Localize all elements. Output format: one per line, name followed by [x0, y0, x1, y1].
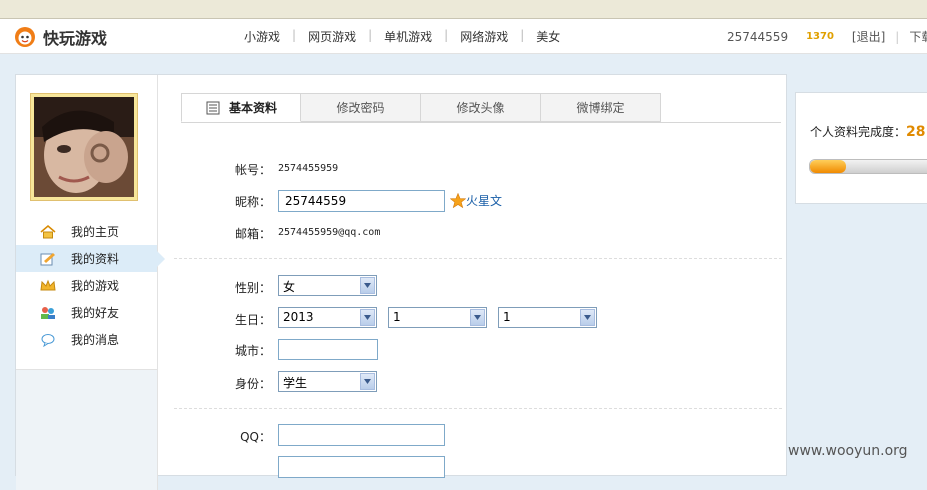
- friends-icon: [41, 306, 55, 319]
- next-field-input[interactable]: [278, 456, 445, 478]
- qq-label: QQ：: [240, 430, 271, 444]
- qq-input[interactable]: [278, 424, 445, 446]
- sidebar-item-my-games[interactable]: 我的游戏: [16, 272, 157, 299]
- dropdown-arrow-icon[interactable]: [580, 309, 595, 326]
- completion-percent: 28: [906, 124, 926, 140]
- dropdown-arrow-icon[interactable]: [360, 277, 375, 294]
- sidebar-menu: 我的主页 我的资料 我的游戏 我的好友 我的消息: [16, 218, 165, 353]
- completion-label-text: 个人资料完成度：: [810, 125, 907, 139]
- message-icon: [41, 333, 55, 347]
- completion-progress-fill: [810, 160, 847, 173]
- logo-icon: [15, 27, 35, 47]
- tab-label: 修改头像: [456, 101, 505, 115]
- sidebar-item-my-friends[interactable]: 我的好友: [16, 299, 157, 326]
- tab-label: 微博绑定: [576, 101, 625, 115]
- brand-name: 快玩游戏: [43, 29, 108, 48]
- profile-main-panel: 我的主页 我的资料 我的游戏 我的好友 我的消息 基本资料 修改密码 修改头像 …: [15, 74, 787, 490]
- identity-select[interactable]: 学生: [278, 371, 377, 392]
- section-divider: [174, 258, 782, 259]
- sidebar-item-my-profile[interactable]: 我的资料: [16, 245, 165, 272]
- site-logo[interactable]: 快玩游戏: [12, 25, 107, 49]
- gender-select-value: 女: [283, 280, 296, 294]
- nickname-label: 昵称：: [234, 195, 271, 209]
- main-nav: 小游戏 | 网页游戏 | 单机游戏 | 网络游戏 | 美女: [232, 28, 572, 45]
- site-header: 快玩游戏 小游戏 | 网页游戏 | 单机游戏 | 网络游戏 | 美女 25744…: [0, 19, 927, 54]
- identity-select-value: 学生: [283, 376, 308, 390]
- gender-select[interactable]: 女: [278, 275, 377, 296]
- birth-day-value: 1: [503, 310, 511, 324]
- city-label: 城市：: [234, 344, 271, 358]
- city-input[interactable]: [278, 339, 378, 360]
- tab-basic-info[interactable]: 基本资料: [181, 93, 301, 122]
- profile-completion-panel: 个人资料完成度：28: [795, 92, 927, 204]
- profile-edit-icon: [40, 252, 55, 265]
- home-icon: [40, 224, 56, 238]
- coin-count: 1370: [806, 31, 834, 42]
- completion-label: 个人资料完成度：28: [810, 123, 926, 140]
- user-bar: 25744559 1370 [退出] | 下载: [727, 28, 927, 45]
- identity-label: 身份：: [234, 377, 271, 391]
- martian-text-label: 火星文: [466, 194, 503, 208]
- nav-item-web-games[interactable]: 网页游戏: [296, 28, 368, 45]
- avatar-image: [34, 97, 134, 197]
- account-label: 帐号：: [234, 163, 271, 177]
- birthday-label: 生日：: [234, 313, 271, 327]
- nickname-input[interactable]: [278, 190, 445, 212]
- birth-month-value: 1: [393, 310, 401, 324]
- tab-label: 修改密码: [336, 101, 385, 115]
- sidebar-item-label: 我的好友: [71, 306, 120, 320]
- sidebar-item-my-messages[interactable]: 我的消息: [16, 326, 157, 353]
- section-divider: [174, 408, 782, 409]
- logout-link[interactable]: [退出]: [852, 28, 885, 45]
- sidebar: 我的主页 我的资料 我的游戏 我的好友 我的消息: [16, 75, 165, 370]
- sidebar-item-label: 我的消息: [71, 333, 120, 347]
- watermark: www.wooyun.org: [788, 443, 908, 459]
- userbar-separator: |: [895, 29, 900, 44]
- account-value: 2574455959: [278, 163, 339, 174]
- nav-item-single-games[interactable]: 单机游戏: [372, 28, 444, 45]
- sidebar-background: [16, 370, 158, 490]
- birth-year-select[interactable]: 2013: [278, 307, 377, 328]
- birth-year-value: 2013: [283, 310, 314, 324]
- dropdown-arrow-icon[interactable]: [470, 309, 485, 326]
- martian-text-link[interactable]: 火星文: [450, 192, 502, 209]
- browser-top-strip: [0, 0, 927, 19]
- dropdown-arrow-icon[interactable]: [360, 373, 375, 390]
- birth-day-select[interactable]: 1: [498, 307, 597, 328]
- tab-underline: [181, 122, 781, 123]
- email-value: 2574455959@qq.com: [278, 227, 381, 238]
- dropdown-arrow-icon[interactable]: [360, 309, 375, 326]
- tab-change-password[interactable]: 修改密码: [301, 93, 421, 122]
- nav-item-mini-games[interactable]: 小游戏: [232, 28, 292, 45]
- profile-tabs: 基本资料 修改密码 修改头像 微博绑定: [181, 93, 661, 123]
- sidebar-item-label: 我的资料: [71, 252, 120, 266]
- document-list-icon: [206, 101, 220, 114]
- user-id[interactable]: 25744559: [727, 30, 788, 44]
- completion-progress-bar: [809, 159, 927, 174]
- tab-change-avatar[interactable]: 修改头像: [421, 93, 541, 122]
- email-label: 邮箱：: [234, 227, 271, 241]
- nav-item-beauty[interactable]: 美女: [524, 28, 572, 45]
- tab-label: 基本资料: [228, 101, 277, 115]
- crown-icon: [40, 279, 56, 290]
- sidebar-item-my-home[interactable]: 我的主页: [16, 218, 157, 245]
- sidebar-item-label: 我的主页: [71, 225, 120, 239]
- tab-weibo-binding[interactable]: 微博绑定: [541, 93, 661, 122]
- download-link[interactable]: 下载: [909, 28, 927, 45]
- star-icon: [450, 193, 466, 208]
- birth-month-select[interactable]: 1: [388, 307, 487, 328]
- avatar[interactable]: [30, 93, 138, 201]
- nav-item-online-games[interactable]: 网络游戏: [448, 28, 520, 45]
- gender-label: 性别：: [234, 281, 271, 295]
- sidebar-item-label: 我的游戏: [71, 279, 120, 293]
